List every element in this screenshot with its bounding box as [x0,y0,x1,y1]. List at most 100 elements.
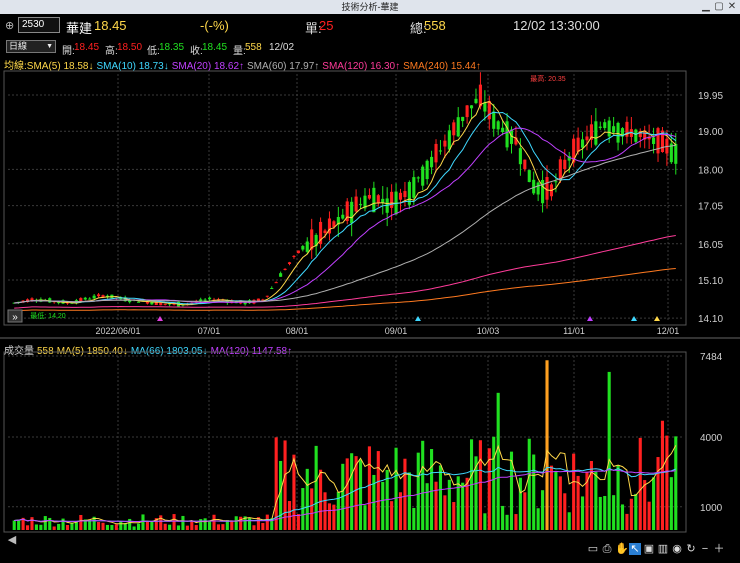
volume-bar [34,524,38,530]
candle-body [136,301,141,303]
grid-icon[interactable]: ▥ [657,543,669,555]
eye-icon[interactable]: ◉ [671,543,683,555]
volume-bar [150,521,154,530]
candle-body [465,105,469,118]
volume-bar [616,465,620,530]
save-icon[interactable]: ▭ [587,543,599,555]
volume-bar [128,518,132,530]
refresh-icon[interactable]: ↻ [685,543,697,555]
volume-bar [287,501,292,530]
volume-bar [136,523,141,530]
volume-bar [190,521,194,530]
zoom-out-icon[interactable]: − [699,543,711,555]
candle-body [354,196,358,212]
candle-body [501,127,505,133]
volume-bar [558,476,562,530]
candle-body [403,191,407,198]
volume-tick-label: 7484 [700,352,723,363]
volume-bar [114,524,118,530]
candle-body [487,100,491,120]
volume-bar [594,471,598,530]
volume-bar [407,472,411,530]
candle-body [438,150,443,152]
volume-bar [549,465,554,530]
volume-bar [12,520,16,530]
volume-bar [230,521,234,530]
volume-bar [30,517,34,530]
candle-body [541,179,545,204]
zoom-in-icon[interactable]: ＋ [713,543,725,555]
volume-bar [168,524,172,530]
volume-bar [545,360,549,530]
volume-bar [434,481,438,530]
candle-body [287,262,292,265]
date-tick-label: 10/03 [477,326,500,336]
candle-body [616,122,620,143]
volume-bar [496,392,500,530]
volume-bar [669,477,673,530]
volume-bar [247,517,252,530]
candle-body [527,170,531,183]
candle-body [536,182,540,195]
volume-bar [416,452,420,530]
candle-body [634,129,638,142]
ma-line [14,101,677,306]
volume-bar [607,371,611,530]
ma-line [14,268,676,312]
volume-bar [57,523,61,530]
volume-bar [105,524,110,530]
volume-bar [358,459,363,530]
crosshair-icon[interactable]: ▣ [643,543,655,555]
candle-body [208,297,212,300]
candle-body [159,302,163,306]
cursor-icon[interactable]: ↖ [629,543,641,555]
candle-body [598,126,602,128]
price-tick-label: 19.95 [698,91,723,102]
volume-bar [310,488,314,530]
volume-bar [101,522,105,530]
candle-body [447,130,451,150]
volume-bar [172,514,176,530]
volume-bar [665,435,669,530]
candle-body [483,102,487,112]
candle-body [283,268,287,270]
volume-bar [390,501,394,530]
volume-bar [523,492,527,530]
print-icon[interactable]: ⎙ [601,543,613,555]
candle-body [274,282,278,284]
candle-body [585,136,589,141]
price-tick-label: 15.10 [698,276,723,287]
volume-bar [65,524,70,530]
candle-body [523,159,527,170]
price-tick-label: 19.00 [698,127,723,138]
volume-bar [163,523,167,530]
volume-bar [647,501,651,530]
candle-body [265,295,269,297]
volume-bar [145,521,149,530]
volume-bar [367,446,371,530]
volume-bar [381,481,385,530]
volume-bar [274,437,278,530]
volume-bar [319,469,323,530]
volume-bar [239,516,243,530]
candle-body [443,140,447,147]
hand-icon[interactable]: ✋ [615,543,629,555]
candle-body [425,160,429,180]
scroll-left-icon[interactable]: ◀ [6,534,18,546]
volume-bar [603,496,607,530]
candle-body [358,203,363,205]
candle-body [310,229,314,250]
volume-bar [176,525,181,530]
candle-body [390,191,394,208]
candle-body [496,121,500,130]
volume-bar [252,525,256,530]
volume-bar [430,449,434,530]
volume-bar [638,437,642,530]
candle-body [372,187,376,213]
candle-body [492,111,496,129]
candle-body [554,181,558,183]
candle-body [305,241,309,252]
candle-body [461,116,465,122]
candle-body [518,148,522,165]
price-chart[interactable]: 19.95 19.00 18.00 17.05 16.05 15.10 14.10 7484 4… [0,0,740,563]
